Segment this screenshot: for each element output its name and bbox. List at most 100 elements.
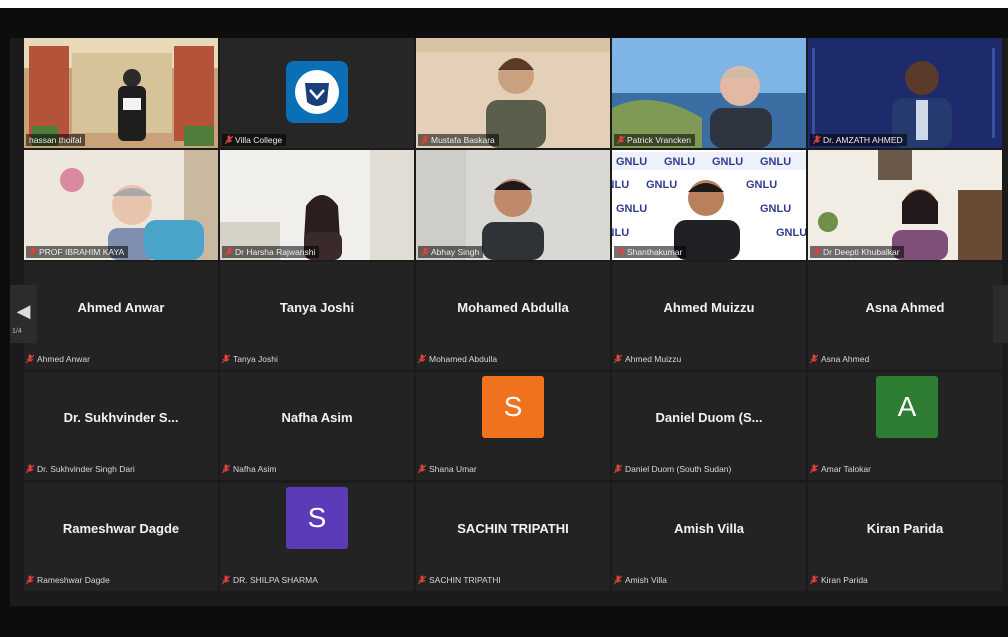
participant-name: Dr. AMZATH AHMED <box>823 135 903 145</box>
video-feed: GNLU GNLU GNLU GNLU GNLU GNLU GNLU GNLU … <box>612 150 806 260</box>
video-tile-deepti-khubalkar[interactable]: Dr Deepti Khubalkar <box>808 150 1002 260</box>
video-tile-villa-college[interactable]: Villa College <box>220 38 414 148</box>
mic-muted-icon <box>810 354 818 364</box>
mic-muted-icon <box>225 135 233 145</box>
participant-name: Shana Umar <box>429 464 477 474</box>
participant-tile-shana-umar[interactable]: S Shana Umar <box>416 372 610 480</box>
video-tile-patrick-vrancken[interactable]: Patrick Vrancken <box>612 38 806 148</box>
video-tile-hassan-thoifal[interactable]: hassan thoifal <box>24 38 218 148</box>
participant-name-tag: Dr. AMZATH AHMED <box>810 134 907 146</box>
video-tile-amzath-ahmed[interactable]: Dr. AMZATH AHMED <box>808 38 1002 148</box>
video-tile-harsha-rajwanshi[interactable]: Dr Harsha Rajwanshi <box>220 150 414 260</box>
participant-name-tag: Mohamed Abdulla <box>418 354 497 364</box>
mic-muted-icon <box>614 464 622 474</box>
participant-name: Daniel Duom (South Sudan) <box>625 464 732 474</box>
participant-display-name: Dr. Sukhvinder S... <box>63 410 179 425</box>
participant-name: Mohamed Abdulla <box>429 354 498 364</box>
avatar: S <box>286 487 348 549</box>
mic-muted-icon <box>418 575 426 585</box>
mic-muted-icon <box>617 247 625 257</box>
participant-name: PROF IBRAHIM KAYA <box>39 247 125 257</box>
participant-name: Ahmed Muizzu <box>625 354 682 364</box>
participant-tile-tanya-joshi[interactable]: Tanya Joshi Tanya Joshi <box>220 262 414 370</box>
participant-name-tag: Kiran Parida <box>810 575 868 585</box>
svg-text:GNLU: GNLU <box>746 179 777 191</box>
participant-name: Patrick Vrancken <box>627 135 691 145</box>
mic-muted-icon <box>29 247 37 257</box>
participant-name: Rameshwar Dagde <box>37 575 110 585</box>
video-feed <box>220 150 414 260</box>
mic-muted-icon <box>26 464 34 474</box>
svg-text:GNLU: GNLU <box>664 156 695 168</box>
avatar: A <box>876 376 938 438</box>
participant-display-name: Nafha Asim <box>281 410 353 425</box>
video-feed <box>416 38 610 148</box>
participant-tile-nafha-asim[interactable]: Nafha Asim Nafha Asim <box>220 372 414 480</box>
mic-muted-icon <box>222 575 230 585</box>
video-tile-ibrahim-kaya[interactable]: PROF IBRAHIM KAYA <box>24 150 218 260</box>
mic-muted-icon <box>421 135 429 145</box>
participant-name: Kiran Parida <box>821 575 868 585</box>
participant-name-tag: Mustafa Baskara <box>418 134 499 146</box>
participant-name-tag: Dr. Sukhvinder Singh Dari <box>26 464 135 474</box>
mic-muted-icon <box>617 135 625 145</box>
video-feed <box>808 150 1002 260</box>
participant-name: SACHIN TRIPATHI <box>429 575 501 585</box>
participant-name: Asna Ahmed <box>821 354 870 364</box>
video-feed <box>220 38 414 148</box>
participant-name-tag: Shanthakumar <box>614 246 687 258</box>
participant-name-tag: DR. SHILPA SHARMA <box>222 575 318 585</box>
video-feed <box>24 38 218 148</box>
participant-tile-daniel-duom[interactable]: Daniel Duom (S... Daniel Duom (South Sud… <box>612 372 806 480</box>
participant-name: Amar Talokar <box>821 464 871 474</box>
participant-tile-asna-ahmed[interactable]: Asna Ahmed Asna Ahmed <box>808 262 1002 370</box>
mic-muted-icon <box>418 464 426 474</box>
participant-display-name: Rameshwar Dagde <box>62 521 180 536</box>
mic-muted-icon <box>421 247 429 257</box>
svg-text:GNLU: GNLU <box>760 156 791 168</box>
participant-name-tag: Amish Villa <box>614 575 667 585</box>
participant-tile-sukhvinder-singh-dari[interactable]: Dr. Sukhvinder S... Dr. Sukhvinder Singh… <box>24 372 218 480</box>
mic-muted-icon <box>222 354 230 364</box>
participant-tile-ahmed-muizzu[interactable]: Ahmed Muizzu Ahmed Muizzu <box>612 262 806 370</box>
mic-muted-icon <box>810 575 818 585</box>
mic-muted-icon <box>813 135 821 145</box>
participant-tile-amish-villa[interactable]: Amish Villa Amish Villa <box>612 483 806 591</box>
mic-muted-icon <box>813 247 821 257</box>
video-tile-mustafa-baskara[interactable]: Mustafa Baskara <box>416 38 610 148</box>
participant-name-tag: Shana Umar <box>418 464 477 474</box>
participant-name: Shanthakumar <box>627 247 683 257</box>
participant-tile-sachin-tripathi[interactable]: SACHIN TRIPATHI SACHIN TRIPATHI <box>416 483 610 591</box>
participant-grid: hassan thoifal Villa College Mustafa Bas… <box>24 38 1008 593</box>
participant-display-name: Asna Ahmed <box>865 300 945 315</box>
video-tile-shanthakumar[interactable]: GNLU GNLU GNLU GNLU GNLU GNLU GNLU GNLU … <box>612 150 806 260</box>
participant-name-tag: Amar Talokar <box>810 464 871 474</box>
mic-muted-icon <box>418 354 426 364</box>
svg-text:GNLU: GNLU <box>616 203 647 215</box>
participant-name-tag: Ahmed Anwar <box>26 354 90 364</box>
participant-name-tag: Villa College <box>222 134 287 146</box>
video-feed <box>24 150 218 260</box>
participant-name: Tanya Joshi <box>233 354 278 364</box>
page-indicator: 1/4 <box>12 328 22 335</box>
participant-display-name: SACHIN TRIPATHI <box>457 521 569 536</box>
participant-name-tag: Asna Ahmed <box>810 354 869 364</box>
mic-muted-icon <box>222 464 230 474</box>
participant-name-tag: SACHIN TRIPATHI <box>418 575 501 585</box>
participant-name-tag: Dr Harsha Rajwanshi <box>222 246 320 258</box>
mic-muted-icon <box>26 575 34 585</box>
participant-tile-amar-talokar[interactable]: A Amar Talokar <box>808 372 1002 480</box>
participant-tile-kiran-parida[interactable]: Kiran Parida Kiran Parida <box>808 483 1002 591</box>
mic-muted-icon <box>810 464 818 474</box>
svg-text:GNLU: GNLU <box>776 227 806 239</box>
participant-name: hassan thoifal <box>29 135 82 145</box>
next-page-button[interactable] <box>993 285 1008 343</box>
participant-tile-rameshwar-dagde[interactable]: Rameshwar Dagde Rameshwar Dagde <box>24 483 218 591</box>
participant-tile-mohamed-abdulla[interactable]: Mohamed Abdulla Mohamed Abdulla <box>416 262 610 370</box>
participant-name-tag: Abhay Singh <box>418 246 484 258</box>
participant-tile-shilpa-sharma[interactable]: S DR. SHILPA SHARMA <box>220 483 414 591</box>
participant-name: Villa College <box>235 135 283 145</box>
participant-name-tag: Patrick Vrancken <box>614 134 695 146</box>
video-tile-abhay-singh[interactable]: Abhay Singh <box>416 150 610 260</box>
participant-tile-ahmed-anwar[interactable]: Ahmed Anwar Ahmed Anwar <box>24 262 218 370</box>
